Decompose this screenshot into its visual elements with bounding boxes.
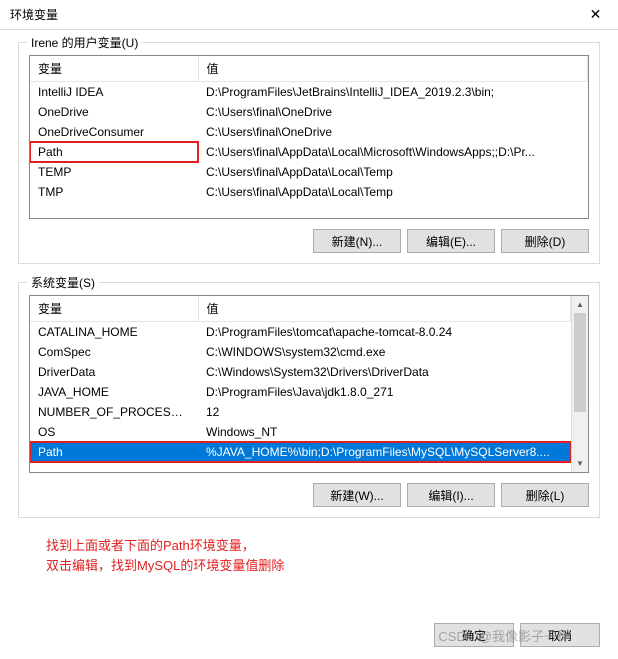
sys-new-button[interactable]: 新建(W)...	[313, 483, 401, 507]
table-row[interactable]: CATALINA_HOMED:\ProgramFiles\tomcat\apac…	[30, 322, 571, 343]
sys-delete-button[interactable]: 删除(L)	[501, 483, 589, 507]
sys-vars-group: 系统变量(S) 变量 值 CATALINA_HOMED:\ProgramFile…	[18, 282, 600, 518]
user-vars-legend: Irene 的用户变量(U)	[27, 34, 142, 51]
ok-button[interactable]: 确定	[434, 623, 514, 647]
table-row[interactable]: ComSpecC:\WINDOWS\system32\cmd.exe	[30, 342, 571, 362]
sys-col-var[interactable]: 变量	[30, 296, 198, 322]
scrollbar[interactable]: ▲ ▼	[571, 296, 588, 472]
user-path-cell: Path	[30, 142, 198, 162]
table-row[interactable]: TMPC:\Users\final\AppData\Local\Temp	[30, 182, 588, 202]
scroll-down-icon[interactable]: ▼	[572, 455, 588, 472]
table-row[interactable]: NUMBER_OF_PROCESSORS12	[30, 402, 571, 422]
scroll-thumb[interactable]	[574, 313, 586, 412]
table-row[interactable]: TEMPC:\Users\final\AppData\Local\Temp	[30, 162, 588, 182]
user-delete-button[interactable]: 删除(D)	[501, 229, 589, 253]
close-icon: ✕	[590, 6, 602, 23]
table-row[interactable]: OneDriveC:\Users\final\OneDrive	[30, 102, 588, 122]
user-vars-table[interactable]: 变量 值 IntelliJ IDEAD:\ProgramFiles\JetBra…	[30, 56, 588, 202]
sys-vars-table-wrap: 变量 值 CATALINA_HOMED:\ProgramFiles\tomcat…	[29, 295, 589, 473]
sys-vars-legend: 系统变量(S)	[27, 274, 99, 291]
cancel-button[interactable]: 取消	[520, 623, 600, 647]
user-col-val[interactable]: 值	[198, 56, 588, 82]
table-row[interactable]: DriverDataC:\Windows\System32\Drivers\Dr…	[30, 362, 571, 382]
table-row[interactable]: JAVA_HOMED:\ProgramFiles\Java\jdk1.8.0_2…	[30, 382, 571, 402]
annotation-text: 找到上面或者下面的Path环境变量， 双击编辑，找到MySQL的环境变量值删除	[46, 536, 600, 575]
dialog-footer: 确定 取消 CSDN @我像影子一样	[434, 623, 600, 647]
user-new-button[interactable]: 新建(N)...	[313, 229, 401, 253]
user-col-var[interactable]: 变量	[30, 56, 198, 82]
table-row[interactable]: IntelliJ IDEAD:\ProgramFiles\JetBrains\I…	[30, 82, 588, 103]
close-button[interactable]: ✕	[573, 0, 618, 30]
user-vars-table-wrap: 变量 值 IntelliJ IDEAD:\ProgramFiles\JetBra…	[29, 55, 589, 219]
window-title: 环境变量	[10, 6, 58, 23]
user-vars-group: Irene 的用户变量(U) 变量 值 IntelliJ IDEAD:\Prog…	[18, 42, 600, 264]
user-edit-button[interactable]: 编辑(E)...	[407, 229, 495, 253]
sys-path-cell: Path	[30, 442, 198, 462]
titlebar: 环境变量 ✕	[0, 0, 618, 30]
table-row-selected[interactable]: Path%JAVA_HOME%\bin;D:\ProgramFiles\MySQ…	[30, 442, 571, 462]
sys-col-val[interactable]: 值	[198, 296, 571, 322]
table-row[interactable]: OSWindows_NT	[30, 422, 571, 442]
sys-edit-button[interactable]: 编辑(I)...	[407, 483, 495, 507]
table-row[interactable]: PathC:\Users\final\AppData\Local\Microso…	[30, 142, 588, 162]
scroll-up-icon[interactable]: ▲	[572, 296, 588, 313]
sys-vars-table[interactable]: 变量 值 CATALINA_HOMED:\ProgramFiles\tomcat…	[30, 296, 571, 462]
table-row[interactable]: OneDriveConsumerC:\Users\final\OneDrive	[30, 122, 588, 142]
